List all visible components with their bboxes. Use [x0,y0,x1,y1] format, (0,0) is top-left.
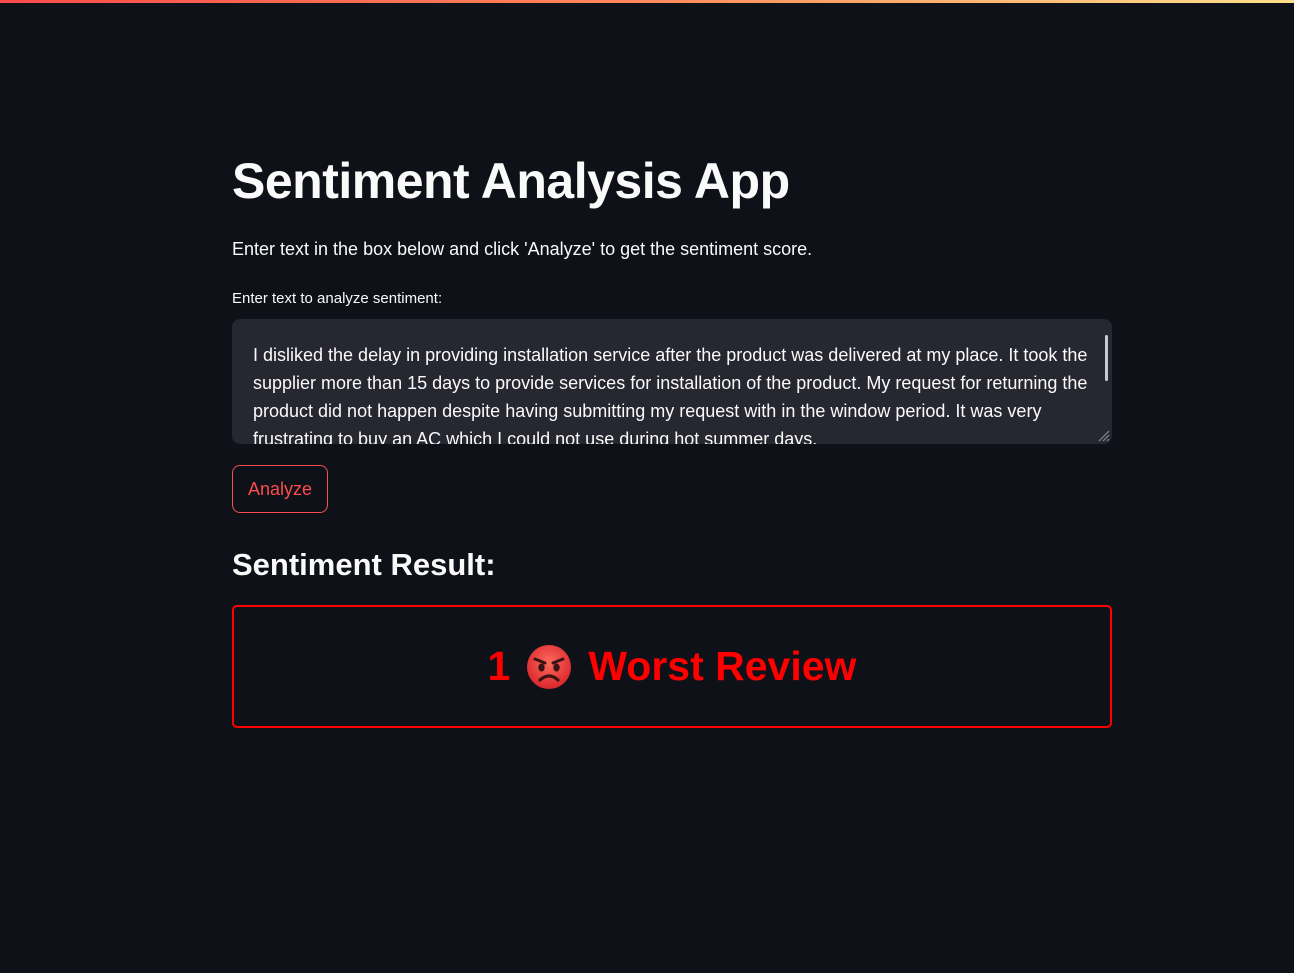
resize-handle-icon[interactable] [1096,428,1110,442]
intro-text: Enter text in the box below and click 'A… [232,239,813,259]
text-input-label: Enter text to analyze sentiment: [232,290,443,307]
page-title: Sentiment Analysis App [232,153,790,209]
sentiment-result-box: 1 Worst Review [232,605,1112,728]
textarea-scrollbar[interactable] [1105,335,1108,381]
angry-face-icon [527,644,572,689]
text-input-area[interactable]: I disliked the delay in providing instal… [232,319,1112,444]
top-decoration-bar [0,0,1294,3]
text-input-value[interactable]: I disliked the delay in providing instal… [253,341,1093,444]
sentiment-label: Worst Review [588,643,857,689]
result-heading: Sentiment Result: [232,547,496,582]
sentiment-score: 1 [487,643,511,689]
analyze-button[interactable]: Analyze [232,465,328,513]
